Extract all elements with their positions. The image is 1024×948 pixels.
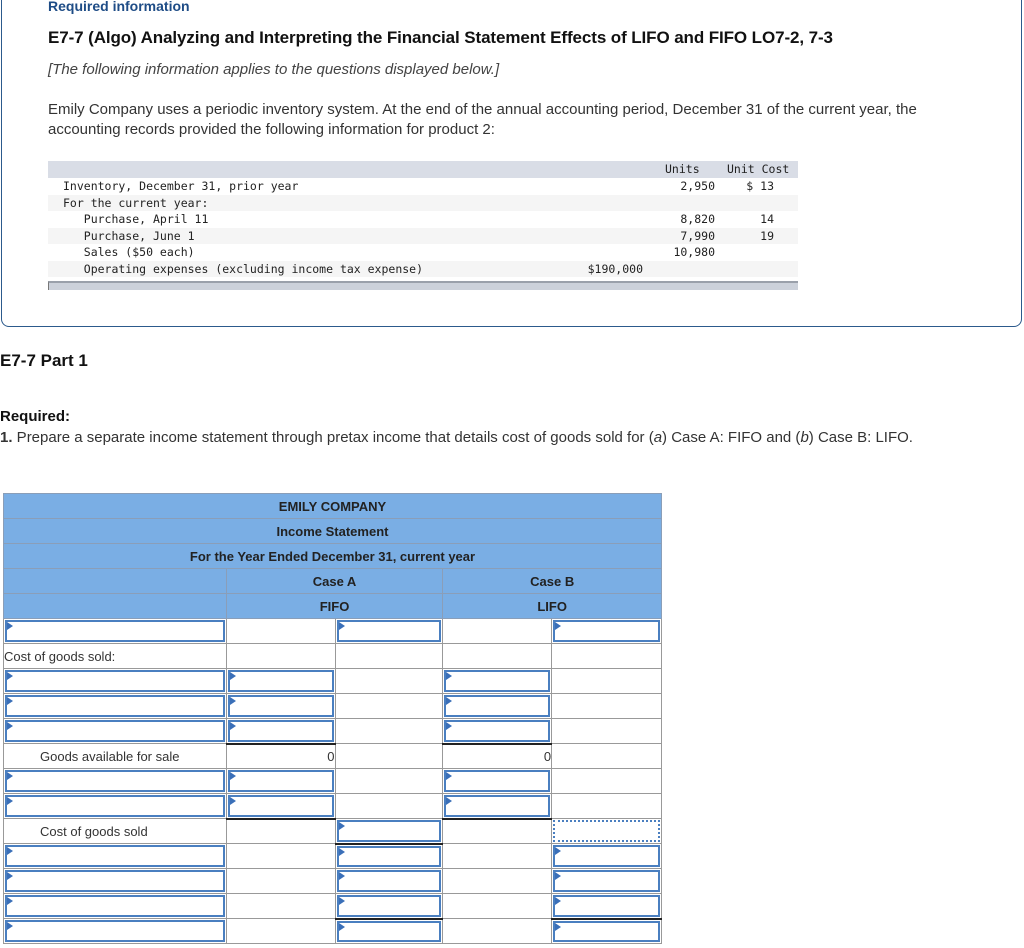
row-units: 8,820 [680,212,715,226]
lifo-amount-input[interactable] [553,895,660,917]
cogs-total-label: Cost of goods sold [3,818,227,844]
cogs-section-label: Cost of goods sold: [3,643,227,669]
lifo-subamount-input[interactable] [444,670,551,692]
income-statement-table: EMILY COMPANY Income Statement For the Y… [3,493,662,944]
statement-row [3,693,662,719]
problem-intro: Emily Company uses a periodic inventory … [48,101,917,138]
lifo-amount-input[interactable] [553,620,660,642]
lifo-cogs-input[interactable] [553,820,660,842]
data-row: Operating expenses (excluding income tax… [48,260,798,277]
header-blank [3,568,227,594]
required-information-heading: Required information [48,0,190,14]
row-unit-cost: $ 13 [746,179,774,193]
fifo-subamount-input[interactable] [227,695,334,717]
label-dropdown[interactable] [5,845,225,867]
statement-row [3,868,662,894]
unit-cost-column-header: Unit Cost [727,162,790,176]
cogs-total-row: Cost of goods sold [3,817,662,844]
lifo-amount-input[interactable] [553,870,660,892]
fifo-amount-input[interactable] [336,920,442,942]
statement-row [3,768,662,794]
fifo-amount-input[interactable] [336,845,442,867]
lifo-goods-available-value: 0 [442,742,553,769]
label-dropdown[interactable] [5,870,225,892]
row-unit-cost: 19 [760,228,774,243]
label-dropdown[interactable] [5,770,225,792]
label-dropdown[interactable] [5,920,225,942]
fifo-goods-available-value: 0 [225,742,336,769]
header-blank [3,593,227,619]
lifo-subamount-input[interactable] [444,795,551,817]
inventory-data-table: Units Unit Cost Inventory, December 31, … [48,161,798,290]
lifo-amount-input[interactable] [553,845,660,867]
label-dropdown[interactable] [5,720,225,742]
row-units: 2,950 [680,179,715,193]
row-units: 10,980 [673,245,715,259]
statement-row [3,668,662,694]
problem-subtitle: [The following information applies to th… [48,61,500,78]
lifo-header: LIFO [442,593,662,619]
row-unit-cost: 14 [760,212,774,226]
statement-row [3,618,662,644]
lifo-subamount-input[interactable] [444,770,551,792]
statement-period: For the Year Ended December 31, current … [3,543,662,569]
requirement-text: ) Case A: FIFO and ( [662,429,801,446]
statement-name: Income Statement [3,518,662,544]
data-table-footer [48,281,798,290]
fifo-subamount-input[interactable] [227,720,334,742]
lifo-subamount-input[interactable] [444,720,551,742]
data-row: Purchase, June 1 7,990 19 [48,227,798,244]
part-title: E7-7 Part 1 [0,351,88,370]
required-label: Required: [0,408,71,425]
fifo-subamount-input[interactable] [227,770,334,792]
data-row: For the current year: [48,194,798,211]
row-label: Operating expenses (excluding income tax… [63,261,424,276]
case-a-header: Case A [225,568,444,594]
requirement-text: Prepare a separate income statement thro… [12,429,654,446]
requirement-number: 1. [0,429,13,446]
requirement-text: ) Case B: LIFO. [808,429,913,446]
statement-row [3,793,662,819]
requirement-b: b [800,429,809,446]
statement-row: Cost of goods sold: [3,643,662,669]
case-b-header: Case B [442,568,662,594]
row-label: Purchase, April 11 [63,212,209,226]
data-row: Sales ($50 each) 10,980 [48,244,798,261]
requirement-a: a [653,429,663,446]
problem-title: E7-7 (Algo) Analyzing and Interpreting t… [48,28,833,47]
lifo-amount-input[interactable] [553,920,660,942]
label-dropdown[interactable] [5,670,225,692]
row-label: Inventory, December 31, prior year [63,179,299,193]
fifo-amount-input[interactable] [336,895,442,917]
fifo-subamount-input[interactable] [227,795,334,817]
statement-row [3,718,662,744]
fifo-header: FIFO [225,593,444,619]
label-dropdown[interactable] [5,895,225,917]
label-dropdown[interactable] [5,695,225,717]
label-dropdown[interactable] [5,620,225,642]
fifo-amount-input[interactable] [336,870,442,892]
company-name: EMILY COMPANY [3,493,662,519]
goods-available-row: Goods available for sale 0 0 [3,742,662,769]
statement-row [3,842,662,869]
row-label: Purchase, June 1 [63,228,195,243]
lifo-subamount-input[interactable] [444,695,551,717]
statement-row [3,893,662,919]
required-instructions: 1. Prepare a separate income statement t… [0,428,1000,447]
label-dropdown[interactable] [5,795,225,817]
data-row: Inventory, December 31, prior year 2,950… [48,178,798,195]
row-label: For the current year: [63,195,209,210]
fifo-amount-input[interactable] [336,620,442,642]
data-row: Purchase, April 11 8,820 14 [48,211,798,228]
row-units: 7,990 [680,228,715,243]
goods-available-label: Goods available for sale [3,743,227,769]
units-column-header: Units [665,162,700,176]
row-amount: $190,000 [587,261,643,276]
data-table-header: Units Unit Cost [48,161,798,178]
statement-row [3,917,662,944]
fifo-cogs-input[interactable] [336,820,442,842]
row-label: Sales ($50 each) [63,245,195,259]
fifo-subamount-input[interactable] [227,670,334,692]
